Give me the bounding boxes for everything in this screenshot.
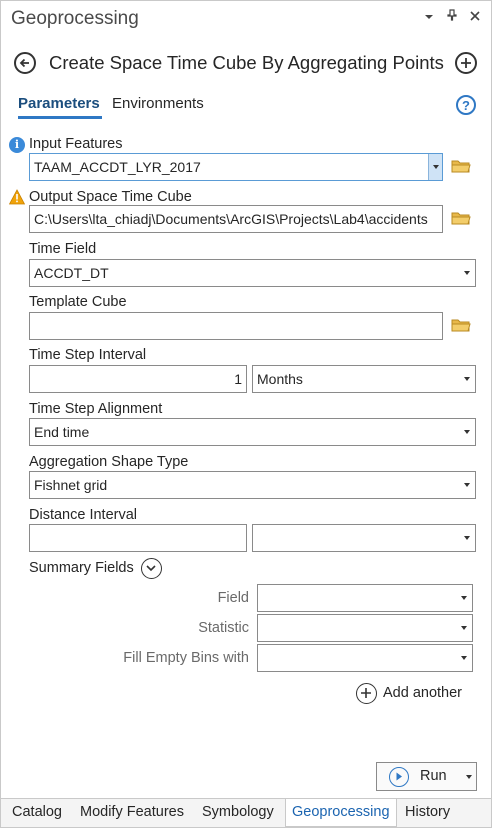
chevron-down-icon xyxy=(146,565,156,572)
time-field-select[interactable]: ACCDT_DT xyxy=(29,259,476,287)
output-cube-label: Output Space Time Cube xyxy=(29,189,192,205)
tab-history[interactable]: History xyxy=(399,799,456,827)
play-icon xyxy=(389,767,409,787)
warning-icon[interactable] xyxy=(9,189,25,205)
pane-title: Geoprocessing xyxy=(11,8,139,29)
tool-tabs: Parameters Environments ? xyxy=(1,93,491,121)
geoprocessing-pane: Geoprocessing Create Space Time Cube By … xyxy=(0,0,492,828)
run-label: Run xyxy=(420,768,447,784)
chevron-down-icon xyxy=(464,430,470,434)
distance-unit-select[interactable] xyxy=(252,524,476,552)
summary-statistic-label: Statistic xyxy=(198,620,249,636)
add-another-label: Add another xyxy=(383,685,463,701)
summary-statistic-select[interactable] xyxy=(257,614,473,642)
back-button[interactable] xyxy=(14,52,36,74)
chevron-down-icon[interactable] xyxy=(423,9,435,24)
time-field-label: Time Field xyxy=(29,241,97,257)
time-step-interval-input[interactable]: 1 xyxy=(29,365,247,393)
pane-titlebar: Geoprocessing xyxy=(1,1,491,37)
input-features-field[interactable]: TAAM_ACCDT_LYR_2017 xyxy=(29,153,443,181)
time-field-value: ACCDT_DT xyxy=(34,265,109,281)
tab-parameters[interactable]: Parameters xyxy=(18,95,102,119)
time-step-alignment-select[interactable]: End time xyxy=(29,418,476,446)
summary-field-select[interactable] xyxy=(257,584,473,612)
folder-icon[interactable] xyxy=(451,317,471,333)
fill-empty-bins-label: Fill Empty Bins with xyxy=(123,650,249,666)
tab-catalog[interactable]: Catalog xyxy=(6,799,68,827)
time-step-interval-value: 1 xyxy=(234,371,242,387)
info-icon[interactable]: i xyxy=(9,137,25,153)
help-icon[interactable]: ? xyxy=(456,95,476,115)
add-tool-button[interactable] xyxy=(455,52,477,74)
chevron-down-icon[interactable] xyxy=(466,775,472,779)
fill-empty-bins-select[interactable] xyxy=(257,644,473,672)
chevron-down-icon xyxy=(464,377,470,381)
chevron-down-icon xyxy=(464,536,470,540)
time-step-unit-select[interactable]: Months xyxy=(252,365,476,393)
time-step-alignment-label: Time Step Alignment xyxy=(29,401,163,417)
plus-icon xyxy=(356,683,377,704)
output-cube-field[interactable]: C:\Users\lta_chiadj\Documents\ArcGIS\Pro… xyxy=(29,205,443,233)
folder-icon[interactable] xyxy=(451,210,471,226)
input-features-label: Input Features xyxy=(29,136,123,152)
run-button[interactable]: Run xyxy=(376,762,477,791)
collapse-button[interactable] xyxy=(141,558,162,579)
distance-interval-input[interactable] xyxy=(29,524,247,552)
aggregation-shape-select[interactable]: Fishnet grid xyxy=(29,471,476,499)
chevron-down-icon xyxy=(461,656,467,660)
chevron-down-icon xyxy=(461,596,467,600)
template-cube-label: Template Cube xyxy=(29,294,127,310)
summary-field-label: Field xyxy=(217,590,249,606)
chevron-down-icon xyxy=(433,165,439,169)
aggregation-shape-label: Aggregation Shape Type xyxy=(29,454,189,470)
tab-symbology[interactable]: Symbology xyxy=(196,799,280,827)
chevron-down-icon xyxy=(464,483,470,487)
pin-icon[interactable] xyxy=(446,9,458,24)
folder-icon[interactable] xyxy=(451,158,471,174)
tool-title: Create Space Time Cube By Aggregating Po… xyxy=(49,52,444,73)
input-features-value: TAAM_ACCDT_LYR_2017 xyxy=(34,159,201,175)
distance-interval-label: Distance Interval xyxy=(29,507,137,523)
time-step-interval-label: Time Step Interval xyxy=(29,347,147,363)
tab-modify-features[interactable]: Modify Features xyxy=(74,799,190,827)
summary-fields-label: Summary Fields xyxy=(29,560,134,576)
plus-icon xyxy=(461,58,471,68)
input-features-dropdown-button[interactable] xyxy=(428,154,442,180)
time-step-unit-value: Months xyxy=(257,371,303,387)
chevron-down-icon xyxy=(461,626,467,630)
aggregation-shape-value: Fishnet grid xyxy=(34,477,108,493)
output-cube-value: C:\Users\lta_chiadj\Documents\ArcGIS\Pro… xyxy=(34,211,428,227)
arrow-left-icon xyxy=(19,58,29,68)
tool-header: Create Space Time Cube By Aggregating Po… xyxy=(1,45,491,81)
close-icon[interactable] xyxy=(469,9,481,24)
chevron-down-icon xyxy=(464,271,470,275)
tab-geoprocessing[interactable]: Geoprocessing xyxy=(285,799,397,827)
bottom-tab-bar: Catalog Modify Features Symbology Geopro… xyxy=(1,798,491,827)
tab-environments[interactable]: Environments xyxy=(112,95,204,112)
template-cube-field[interactable] xyxy=(29,312,443,340)
time-step-alignment-value: End time xyxy=(34,424,90,440)
